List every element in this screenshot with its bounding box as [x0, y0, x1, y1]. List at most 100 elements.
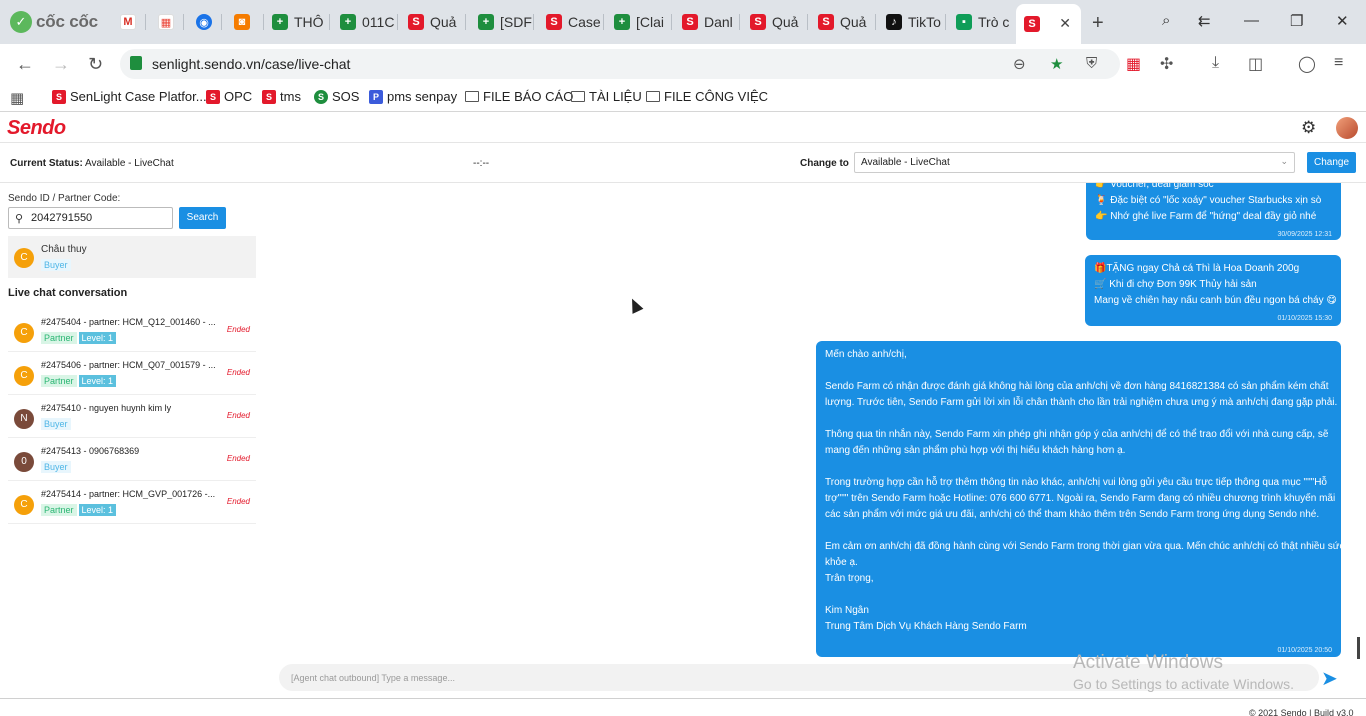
buyer-role-badge: Buyer	[41, 259, 71, 271]
left-panel: Sendo ID / Partner Code: ⚲ 2042791550 Se…	[0, 183, 265, 698]
message-line: Trân trọng,	[825, 573, 874, 584]
tab-tiktok[interactable]: ♪ TikTo	[878, 6, 946, 38]
list-item[interactable]: 0 #2475413 - 0906768369 Buyer Ended	[8, 438, 256, 481]
chevron-down-icon: ⌄	[1280, 156, 1288, 166]
bookmark-opc[interactable]: S OPC	[206, 89, 252, 104]
tab-label: [Clai	[636, 14, 665, 30]
message-line: 🎁TẶNG ngay Chả cá Thì là Hoa Doanh 200g	[1094, 263, 1300, 274]
sendo-id-value: 2042791550	[31, 212, 93, 224]
bookmark-pms-senpay[interactable]: P pms senpay	[369, 89, 457, 104]
chat-icon: ▪	[956, 14, 972, 30]
forward-arrow-icon[interactable]: →	[52, 54, 70, 75]
tab-label: Case	[568, 14, 601, 30]
bookmark-senlight[interactable]: S SenLight Case Platfor...	[52, 89, 207, 104]
restore-icon[interactable]: ❐	[1290, 12, 1303, 30]
tab-sendo-2[interactable]: S Case	[538, 6, 604, 38]
zoom-out-icon[interactable]: ⊖	[1013, 55, 1026, 73]
sendo-icon: S	[262, 89, 276, 104]
message-timestamp: 30/09/2025 12:31	[1277, 231, 1333, 238]
sendo-logo[interactable]: Sendo	[7, 117, 66, 140]
tab-sendo-4[interactable]: S Quả	[742, 6, 808, 38]
bookmark-star-icon[interactable]: ★	[1050, 55, 1063, 73]
bookmarks-bar: ▦ S SenLight Case Platfor... S OPC S tms…	[0, 84, 1366, 112]
tab-label: TikTo	[908, 14, 941, 30]
windows-activation-watermark: Activate Windows Go to Settings to activ…	[1073, 652, 1294, 692]
message-line: 👉 Voucher, deal giảm sốc	[1095, 183, 1214, 190]
avatar: 0	[14, 452, 34, 472]
message-line	[825, 363, 1332, 379]
extension-sendo-icon[interactable]: ▦	[1126, 54, 1141, 74]
buyer-card[interactable]: C Châu thuy Buyer	[8, 236, 256, 278]
tab-sendo-3[interactable]: S Danl	[674, 6, 740, 38]
status-select-value: Available - LiveChat	[861, 157, 950, 168]
tab-sheet-4[interactable]: + [Clai	[606, 6, 672, 38]
bookmark-label: SenLight Case Platfor...	[70, 89, 207, 104]
tab-gmail[interactable]: M	[112, 6, 146, 38]
status-select[interactable]: Available - LiveChat ⌄	[854, 152, 1295, 173]
change-status-button[interactable]: Change	[1307, 152, 1356, 173]
conversation-title: #2475406 - partner: HCM_Q07_001579 - ...	[41, 360, 216, 370]
tab-close-icon[interactable]: ✕	[1059, 15, 1071, 32]
send-icon[interactable]: ➤	[1321, 666, 1338, 691]
sendo-id-input[interactable]: ⚲ 2042791550	[8, 207, 173, 229]
bookmark-label: tms	[280, 89, 301, 104]
calendar-icon: ▦	[158, 14, 174, 30]
chat-area: 👉 Voucher, deal giảm sốc 🍹 Đặc biệt có "…	[265, 183, 1366, 658]
tab-chat[interactable]: ▪ Trò c	[948, 6, 1014, 38]
tab-calendar[interactable]: ▦	[150, 6, 184, 38]
extensions-puzzle-icon[interactable]: ✣	[1160, 54, 1173, 74]
url-bar[interactable]: senlight.sendo.vn/case/live-chat ⊖ ★ ⛨	[120, 49, 1120, 79]
tab-sheet-2[interactable]: + 011C	[332, 6, 398, 38]
tab-sendo-5[interactable]: S Quả	[810, 6, 876, 38]
message-line: Mến chào anh/chị,	[825, 349, 907, 360]
sidebar-icon[interactable]: ◫	[1248, 54, 1263, 74]
message-line: Sendo Farm có nhận được đánh giá không h…	[825, 381, 1329, 392]
bookmark-file-cong-viec[interactable]: FILE CÔNG VIỆC	[646, 89, 768, 104]
search-button[interactable]: Search	[179, 207, 226, 229]
back-history-icon[interactable]: ⇇	[1198, 12, 1211, 30]
message-line: 🛒 Khi đi chợ Đơn 99K Thủy hải sản	[1094, 279, 1257, 290]
sheets-icon: +	[614, 14, 630, 30]
status-timer: --:--	[473, 158, 490, 169]
list-item[interactable]: C #2475414 - partner: HCM_GVP_001726 -..…	[8, 481, 256, 524]
gear-icon[interactable]: ⚙	[1301, 118, 1316, 138]
sos-icon: S	[314, 89, 328, 104]
tab-messenger[interactable]: ◉	[188, 6, 222, 38]
bookmark-file-bao-cao[interactable]: FILE BÁO CÁO	[465, 89, 573, 104]
chat-scrollbar[interactable]	[1357, 637, 1360, 659]
buyer-badge: Buyer	[41, 418, 71, 430]
watermark-line: Go to Settings to activate Windows.	[1073, 676, 1294, 692]
tab-active-sendo[interactable]: S ✕	[1016, 4, 1081, 44]
download-icon[interactable]: ⤓	[1212, 54, 1219, 72]
reload-icon[interactable]: ↻	[88, 54, 103, 75]
sheets-icon: +	[340, 14, 356, 30]
sendo-icon: S	[206, 89, 220, 104]
gmail-icon: M	[120, 14, 136, 30]
list-item[interactable]: C #2475406 - partner: HCM_Q07_001579 - .…	[8, 352, 256, 395]
shield-icon[interactable]: ⛨	[1086, 55, 1097, 72]
buyer-name: Châu thuy	[41, 244, 87, 255]
minimize-icon[interactable]: —	[1244, 12, 1259, 29]
tab-search-icon[interactable]: ⌕	[1162, 12, 1170, 29]
tab-sheet-1[interactable]: + THÔ	[264, 6, 330, 38]
tab-sendo-1[interactable]: S Quả	[400, 6, 466, 38]
menu-icon[interactable]: ≡	[1334, 54, 1343, 72]
bookmark-tms[interactable]: S tms	[262, 89, 301, 104]
apps-grid-icon[interactable]: ▦	[10, 89, 24, 107]
level-badge: Level: 1	[78, 375, 117, 387]
list-item[interactable]: N #2475410 - nguyen huynh kim ly Buyer E…	[8, 395, 256, 438]
close-window-icon[interactable]: ✕	[1336, 12, 1349, 30]
status-badge: Ended	[226, 368, 250, 377]
back-arrow-icon[interactable]: ←	[16, 54, 34, 75]
new-tab-icon[interactable]: +	[1092, 12, 1104, 35]
tab-sheet-3[interactable]: + [SDF	[470, 6, 534, 38]
avatar[interactable]	[1336, 117, 1358, 139]
bookmark-tai-lieu[interactable]: TÀI LIỆU	[571, 89, 642, 104]
url-text: senlight.sendo.vn/case/live-chat	[152, 56, 351, 72]
tab-label: Quả	[430, 14, 457, 30]
tab-camera[interactable]: ◙	[226, 6, 264, 38]
bookmark-sos[interactable]: S SOS	[314, 89, 359, 104]
browser-logo[interactable]: ✓ cốc cốc	[10, 10, 98, 34]
list-item[interactable]: C #2475404 - partner: HCM_Q12_001460 - .…	[8, 309, 256, 352]
profile-icon[interactable]: ◯	[1298, 54, 1316, 74]
